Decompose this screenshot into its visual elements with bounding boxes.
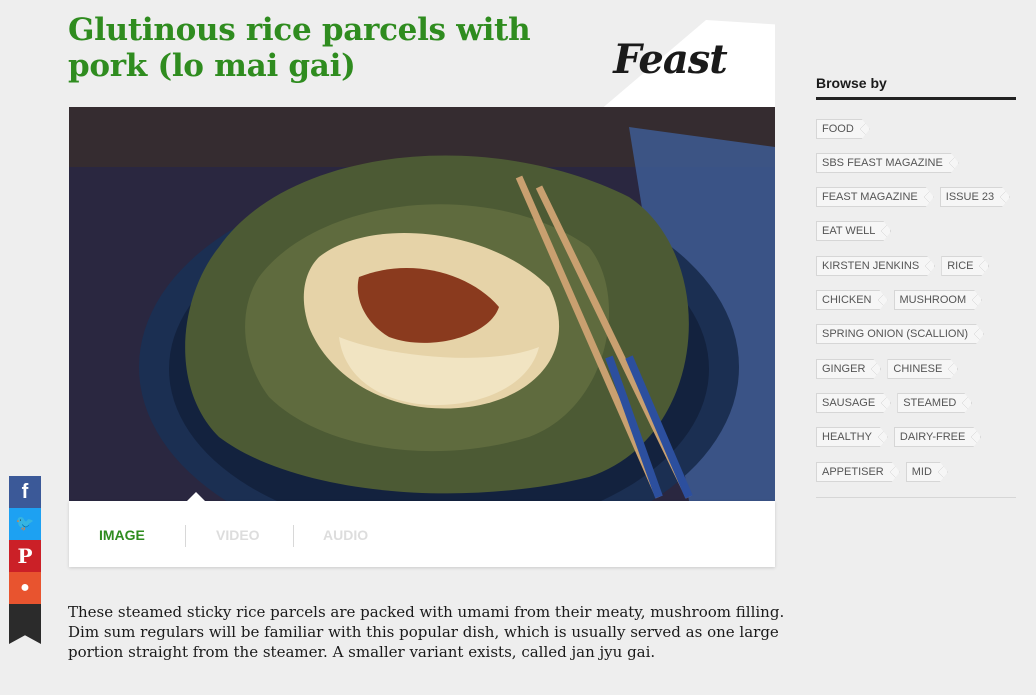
tag-row: HEALTHY DAIRY-FREE [816, 427, 987, 447]
tag-row: FOOD [816, 119, 876, 139]
tag-dairy-free[interactable]: DAIRY-FREE [894, 427, 981, 447]
tag-spring-onion[interactable]: SPRING ONION (SCALLION) [816, 324, 984, 344]
tag-healthy[interactable]: HEALTHY [816, 427, 888, 447]
tag-chicken[interactable]: CHICKEN [816, 290, 888, 310]
browse-divider [816, 97, 1016, 100]
tag-sbs-feast-magazine[interactable]: SBS FEAST MAGAZINE [816, 153, 959, 173]
tab-divider [293, 525, 294, 547]
tab-video[interactable]: VIDEO [216, 527, 260, 543]
hero-photo-illustration [69, 107, 775, 501]
tag-kirsten-jenkins[interactable]: KIRSTEN JENKINS [816, 256, 935, 276]
tag-row: SPRING ONION (SCALLION) [816, 324, 990, 344]
tag-row: APPETISER MID [816, 462, 954, 482]
tag-mushroom[interactable]: MUSHROOM [894, 290, 983, 310]
recipe-description: These steamed sticky rice parcels are pa… [68, 603, 785, 661]
tab-divider [185, 525, 186, 547]
tag-row: CHICKEN MUSHROOM [816, 290, 988, 310]
pinterest-icon[interactable]: P [9, 540, 41, 572]
tag-food[interactable]: FOOD [816, 119, 870, 139]
tag-row: SAUSAGE STEAMED [816, 393, 978, 413]
tag-eat-well[interactable]: EAT WELL [816, 221, 891, 241]
social-share-bar: f 🐦 P ● [9, 476, 41, 644]
tab-audio[interactable]: AUDIO [323, 527, 368, 543]
recipe-title: Glutinous rice parcels with pork (lo mai… [68, 12, 531, 84]
social-bar-tail [9, 604, 41, 644]
twitter-icon[interactable]: 🐦 [9, 508, 41, 540]
tag-steamed[interactable]: STEAMED [897, 393, 972, 413]
tag-row: EAT WELL [816, 221, 897, 241]
tag-feast-magazine[interactable]: FEAST MAGAZINE [816, 187, 934, 207]
active-tab-pointer [187, 492, 205, 501]
tab-image[interactable]: IMAGE [99, 527, 145, 543]
tag-mid[interactable]: MID [906, 462, 948, 482]
tag-row: FEAST MAGAZINE ISSUE 23 [816, 187, 1016, 207]
tag-issue-23[interactable]: ISSUE 23 [940, 187, 1010, 207]
feast-logo[interactable]: Feast [605, 36, 735, 83]
recipe-hero-image [69, 107, 775, 501]
tag-row: SBS FEAST MAGAZINE [816, 153, 965, 173]
sidebar-divider [816, 497, 1016, 498]
tag-chinese[interactable]: CHINESE [887, 359, 958, 379]
tag-rice[interactable]: RICE [941, 256, 989, 276]
reddit-icon[interactable]: ● [9, 572, 41, 604]
media-tabs: IMAGE VIDEO AUDIO [69, 492, 775, 567]
tag-row: GINGER CHINESE [816, 359, 964, 379]
tag-sausage[interactable]: SAUSAGE [816, 393, 891, 413]
facebook-icon[interactable]: f [9, 476, 41, 508]
tag-appetiser[interactable]: APPETISER [816, 462, 900, 482]
tag-ginger[interactable]: GINGER [816, 359, 881, 379]
browse-by-heading: Browse by [816, 75, 887, 91]
tag-row: KIRSTEN JENKINS RICE [816, 256, 995, 276]
